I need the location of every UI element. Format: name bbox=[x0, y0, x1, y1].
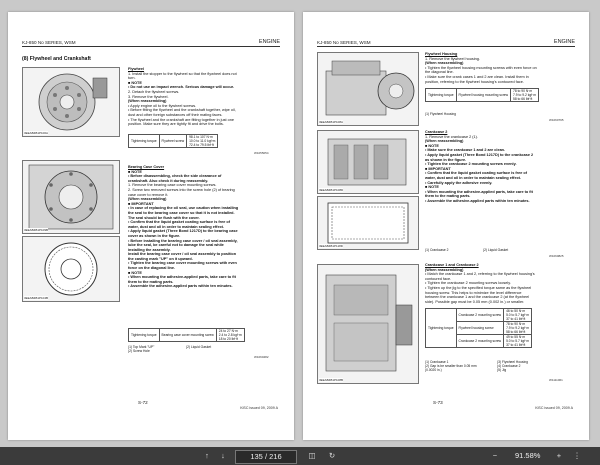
torque-label: Tightening torque bbox=[128, 134, 160, 148]
gasket-figure: 3EEAB4B1P104B bbox=[22, 236, 120, 302]
page-number: S-73 bbox=[433, 400, 443, 405]
figure-code: 3EEAB4B1P104B bbox=[24, 296, 49, 300]
crankcase-gasket-figure: 3EEAB4B1P118D bbox=[317, 196, 419, 250]
section-title: ENGINE bbox=[258, 39, 280, 45]
page-number: S-72 bbox=[138, 400, 148, 405]
torque-label: Tightening torque bbox=[425, 308, 457, 348]
page-indicator[interactable]: 135 / 216 bbox=[235, 450, 297, 464]
viewer-toolbar: ↑ ↓ 135 / 216 ◫ ↻ − 91.58% + ⋮ bbox=[0, 447, 600, 465]
page-current-input[interactable]: 135 bbox=[250, 452, 263, 461]
page-total: / 216 bbox=[264, 452, 282, 461]
text-line: side). Possible gap must be 0.05 mm (0.0… bbox=[425, 299, 525, 304]
section-title: ENGINE bbox=[553, 39, 575, 45]
text-line: • Assemble the adhesive-applied parts wi… bbox=[128, 284, 233, 289]
crankcase-1-2-text: Crankcase 1 and Crankcase 2 (When reassem… bbox=[425, 263, 535, 304]
bearing-case-cover-figure: 3EEAB4B1P109B bbox=[22, 160, 120, 234]
text-line: dust and other foreign substances off th… bbox=[128, 112, 223, 117]
page-header: KJ-850 No SERIES, WSM ENGINE bbox=[22, 39, 280, 47]
section-heading: (8) Flywheel and Crankshaft bbox=[22, 56, 91, 62]
torque-label: Tightening torque bbox=[128, 328, 160, 342]
text-line: lube the seal, be careful not to damage … bbox=[128, 243, 224, 248]
issued-note: KiSC issued 09, 2009 A bbox=[535, 406, 573, 410]
flywheel-figure: 3EEAB4B1P100A bbox=[22, 67, 120, 137]
torque-part: Bearing case cover mounting screw bbox=[158, 328, 217, 342]
ref-code: W1060825 bbox=[549, 254, 564, 258]
figure-code: 3EEAB4B1P108D bbox=[319, 188, 344, 192]
figure-legend: (1) Crankcase 1 (3) Flywheel Housing (2) … bbox=[425, 360, 528, 372]
text-line: position, referring to the flywheel hous… bbox=[425, 79, 524, 84]
series-title: KJ-850 No SERIES, WSM bbox=[22, 40, 76, 45]
text-line: • Tighten up the jig to the specified to… bbox=[425, 285, 532, 290]
figure-code: 3EEAB4B1P108A bbox=[319, 120, 344, 124]
more-options-icon[interactable]: ⋮ bbox=[570, 447, 584, 465]
text-line: • Apply liquid gasket (Three Bond 1217D)… bbox=[425, 152, 534, 157]
issued-note: KiSC issued 09, 2009 A bbox=[240, 406, 278, 410]
crankcase-2-text: Crankcase 2 1. Remove the crankcase 2 (1)… bbox=[425, 130, 533, 204]
figure-code: 3EEAB4B1P108B bbox=[319, 378, 344, 382]
figure-legend: (1) Top Mark "UP" (2) Liquid Gasket (2) S… bbox=[128, 345, 212, 353]
fh-torque-table: Tightening torque Flywheel housing mount… bbox=[425, 88, 539, 102]
page-header: KJ-850 No SERIES, WSM ENGINE bbox=[317, 39, 575, 47]
text-line: the seal to the bearing case cover so th… bbox=[128, 210, 235, 215]
torque-part: Flywheel housing mounting screw bbox=[455, 88, 512, 102]
torque-part: Flywheel screw bbox=[158, 134, 188, 148]
torque-label: Tightening torque bbox=[425, 88, 457, 102]
figure-legend: (1) Flywheel Housing bbox=[425, 112, 456, 116]
ref-code: W1060482 bbox=[254, 355, 269, 359]
text-line: • Assemble the adhesive-applied parts wi… bbox=[425, 198, 530, 203]
torque-value-lbf: 18 to 20 lbf·ft bbox=[218, 337, 239, 341]
zoom-level[interactable]: 91.58% bbox=[515, 447, 540, 465]
fit-page-icon[interactable]: ◫ bbox=[305, 447, 319, 465]
flywheel-text: Flywheel 1. Install the stopper to the fl… bbox=[128, 67, 237, 127]
flywheel-housing-figure: 3EEAB4B1P108A bbox=[317, 52, 419, 126]
ref-code: W1111061 bbox=[549, 378, 563, 382]
ref-code: W1060795 bbox=[549, 118, 564, 122]
text-line: • Make sure the crank cases 1 and 2 are … bbox=[425, 74, 529, 79]
figure-code: 3EEAB4B1P100A bbox=[24, 131, 49, 135]
figure-code: 3EEAB4B1P109B bbox=[24, 228, 49, 232]
document-page-left: KJ-850 No SERIES, WSM ENGINE (8) Flywhee… bbox=[8, 12, 294, 440]
document-page-right: KJ-850 No SERIES, WSM ENGINE 3EEAB4B1P10… bbox=[303, 12, 589, 440]
text-line: 1. Install the stopper to the flywheel s… bbox=[128, 71, 237, 76]
figure-legend: (1) Crankcase 2 (2) Liquid Gasket bbox=[425, 248, 509, 252]
rotate-icon[interactable]: ↻ bbox=[325, 447, 339, 465]
text-line: position. Make sure they are tightly fit… bbox=[128, 122, 224, 127]
ref-code: W1055054 bbox=[254, 151, 269, 155]
bearing-case-cover-text: Bearing Case Cover ■ NOTE • Before disasse… bbox=[128, 165, 238, 289]
cc-torque-table: Tightening torque Crankcase 2 mounting s… bbox=[425, 308, 532, 348]
torque-value-lbf: 58 to 66 lbf·ft bbox=[513, 97, 533, 101]
text-line: 2. Screw two removed screws into the scr… bbox=[128, 187, 235, 192]
torque-value-lbf: 72.4 to 79.5 lbf·ft bbox=[189, 143, 214, 147]
text-line: water, dust and oil in order to maintain… bbox=[425, 175, 521, 180]
figure-code: 3EEAB4B1P118D bbox=[319, 244, 343, 248]
crankcase-2-figure: 3EEAB4B1P108D bbox=[317, 130, 419, 194]
zoom-in-icon[interactable]: + bbox=[552, 447, 566, 465]
crankcase-assembly-figure: 3EEAB4B1P108B bbox=[317, 264, 419, 384]
down-arrow-icon[interactable]: ↓ bbox=[216, 447, 230, 465]
up-arrow-icon[interactable]: ↑ bbox=[200, 447, 214, 465]
flywheel-torque-table: Tightening torque Flywheel screw 98.1 to… bbox=[128, 134, 219, 148]
bcc-torque-table: Tightening torque Bearing case cover mou… bbox=[128, 328, 245, 342]
zoom-out-icon[interactable]: − bbox=[488, 447, 502, 465]
flywheel-housing-text: Flywheel Housing 1. Remove the flywheel h… bbox=[425, 52, 537, 84]
series-title: KJ-850 No SERIES, WSM bbox=[317, 40, 371, 45]
